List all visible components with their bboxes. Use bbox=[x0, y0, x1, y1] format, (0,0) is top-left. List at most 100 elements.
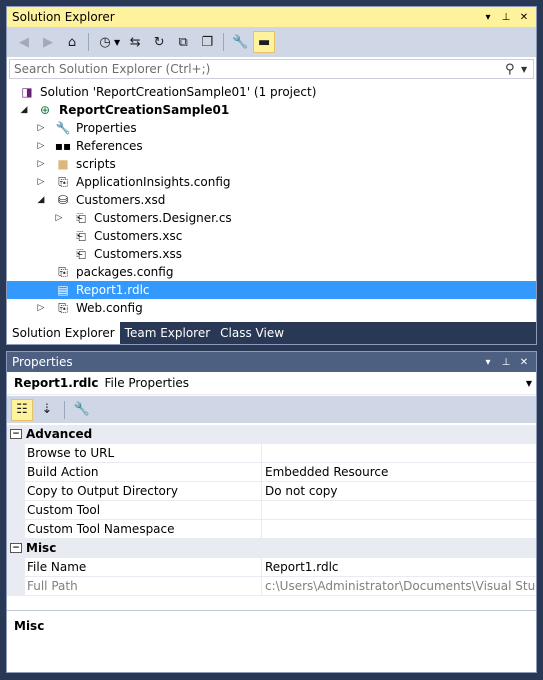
forward-icon[interactable]: ▶ bbox=[37, 31, 59, 53]
property-name: Full Path bbox=[25, 577, 262, 595]
tree-item-solution[interactable]: ◨ Solution 'ReportCreationSample01' (1 p… bbox=[7, 83, 536, 101]
property-row-copy-to-output[interactable]: Copy to Output Directory Do not copy bbox=[7, 482, 536, 501]
tool-window-tabs: Solution Explorer Team Explorer Class Vi… bbox=[7, 322, 536, 344]
home-icon[interactable]: ⌂ bbox=[61, 31, 83, 53]
row-gutter bbox=[7, 463, 25, 481]
object-name: Report1.rdlc bbox=[14, 376, 99, 390]
tree-item-customers-xss[interactable]: ⎗ Customers.xss bbox=[7, 245, 536, 263]
property-value[interactable]: Do not copy bbox=[262, 482, 536, 500]
pin-icon[interactable]: ⊥ bbox=[500, 357, 512, 368]
property-value[interactable]: Embedded Resource bbox=[262, 463, 536, 481]
folder-icon: ■ bbox=[57, 157, 69, 171]
collapse-all-icon[interactable]: ⧉ bbox=[172, 31, 194, 53]
solution-icon: ◨ bbox=[21, 85, 33, 99]
tree-item-label: scripts bbox=[76, 157, 116, 171]
toolbar-separator bbox=[223, 33, 225, 51]
expanded-arrow-icon[interactable]: ◢ bbox=[36, 195, 46, 205]
property-value[interactable] bbox=[262, 444, 536, 462]
property-pages-wrench-icon[interactable]: 🔧 bbox=[71, 399, 93, 421]
property-value[interactable] bbox=[262, 520, 536, 538]
wrench-icon: 🔧 bbox=[55, 121, 71, 135]
tree-item-scripts[interactable]: ▷ ■ scripts bbox=[7, 155, 536, 173]
property-value[interactable]: Report1.rdlc bbox=[262, 558, 536, 576]
preview-selected-items-icon[interactable]: ▬ bbox=[253, 31, 276, 53]
collapsed-arrow-icon[interactable]: ▷ bbox=[36, 303, 46, 313]
property-value[interactable]: c:\Users\Administrator\Documents\Visual … bbox=[262, 577, 536, 595]
pin-icon[interactable]: ⊥ bbox=[500, 12, 512, 23]
file-icon: ⎗ bbox=[76, 228, 86, 243]
tab-solution-explorer[interactable]: Solution Explorer bbox=[7, 322, 120, 344]
row-gutter bbox=[7, 558, 25, 576]
solution-explorer-title-bar[interactable]: Solution Explorer ▾ ⊥ ✕ bbox=[7, 7, 536, 27]
tree-item-report1-rdlc[interactable]: ▤ Report1.rdlc bbox=[7, 281, 536, 299]
pending-changes-filter-icon[interactable]: ◷ bbox=[94, 31, 116, 53]
categorized-icon[interactable]: ☷ bbox=[11, 398, 33, 421]
collapsed-arrow-icon[interactable]: ▷ bbox=[54, 213, 64, 223]
tree-item-customers-designer-cs[interactable]: ▷ ⎗ Customers.Designer.cs bbox=[7, 209, 536, 227]
tree-item-label: References bbox=[76, 139, 143, 153]
property-name: File Name bbox=[25, 558, 262, 576]
file-icon: ⎗ bbox=[76, 246, 86, 261]
chevron-down-icon[interactable]: ▼ bbox=[114, 38, 120, 47]
back-icon[interactable]: ◀ bbox=[13, 31, 35, 53]
show-all-files-icon[interactable]: ❐ bbox=[196, 31, 218, 53]
property-row-custom-tool-namespace[interactable]: Custom Tool Namespace bbox=[7, 520, 536, 539]
chevron-down-icon[interactable]: ▼ bbox=[526, 379, 532, 388]
tree-item-properties[interactable]: ▷ 🔧 Properties bbox=[7, 119, 536, 137]
tab-team-explorer[interactable]: Team Explorer bbox=[120, 322, 216, 344]
tree-item-label: Customers.xsc bbox=[94, 229, 183, 243]
property-name: Custom Tool bbox=[25, 501, 262, 519]
solution-explorer-toolbar: ◀ ▶ ⌂ ◷ ▼ ⇆ ↻ ⧉ ❐ 🔧 ▬ bbox=[7, 27, 536, 57]
references-icon: ▪▪ bbox=[54, 139, 72, 153]
refresh-icon[interactable]: ↻ bbox=[148, 31, 170, 53]
dropdown-arrow-icon[interactable]: ▾ bbox=[482, 12, 494, 23]
search-icon[interactable]: ⚲ bbox=[505, 62, 521, 77]
solution-tree: ◨ Solution 'ReportCreationSample01' (1 p… bbox=[7, 83, 536, 317]
collapsed-arrow-icon[interactable]: ▷ bbox=[36, 123, 46, 133]
property-row-full-path[interactable]: Full Path c:\Users\Administrator\Documen… bbox=[7, 577, 536, 596]
report-file-icon: ▤ bbox=[57, 283, 69, 297]
search-input[interactable] bbox=[10, 60, 505, 78]
category-advanced[interactable]: − Advanced bbox=[7, 425, 536, 444]
collapse-icon[interactable]: − bbox=[10, 543, 22, 553]
object-selector[interactable]: Report1.rdlc File Properties ▼ bbox=[7, 372, 536, 395]
collapsed-arrow-icon[interactable]: ▷ bbox=[36, 177, 46, 187]
sync-with-active-document-icon[interactable]: ⇆ bbox=[124, 31, 146, 53]
row-gutter bbox=[7, 482, 25, 500]
tree-item-customers-xsd[interactable]: ◢ ⛁ Customers.xsd bbox=[7, 191, 536, 209]
properties-title: Properties bbox=[12, 355, 73, 369]
property-row-browse-to-url[interactable]: Browse to URL bbox=[7, 444, 536, 463]
tree-item-customers-xsc[interactable]: ⎗ Customers.xsc bbox=[7, 227, 536, 245]
collapsed-arrow-icon[interactable]: ▷ bbox=[36, 159, 46, 169]
expanded-arrow-icon[interactable]: ◢ bbox=[19, 105, 29, 115]
tree-item-web-config[interactable]: ▷ ⎘ Web.config bbox=[7, 299, 536, 317]
close-icon[interactable]: ✕ bbox=[518, 357, 530, 368]
category-label: Misc bbox=[26, 541, 57, 555]
tree-item-label: Report1.rdlc bbox=[76, 283, 150, 297]
category-label: Advanced bbox=[26, 427, 93, 441]
tree-item-label: packages.config bbox=[76, 265, 174, 279]
collapsed-arrow-icon[interactable]: ▷ bbox=[36, 141, 46, 151]
collapse-icon[interactable]: − bbox=[10, 429, 22, 439]
properties-title-bar[interactable]: Properties ▾ ⊥ ✕ bbox=[7, 352, 536, 372]
property-row-custom-tool[interactable]: Custom Tool bbox=[7, 501, 536, 520]
tab-class-view[interactable]: Class View bbox=[215, 322, 289, 344]
tree-item-project[interactable]: ◢ ⊕ ReportCreationSample01 bbox=[7, 101, 536, 119]
tree-item-packages-config[interactable]: ⎘ packages.config bbox=[7, 263, 536, 281]
row-gutter bbox=[7, 577, 25, 595]
row-gutter bbox=[7, 501, 25, 519]
alphabetical-icon[interactable]: ⇣ bbox=[36, 399, 58, 421]
chevron-down-icon[interactable]: ▼ bbox=[521, 65, 533, 74]
close-icon[interactable]: ✕ bbox=[518, 12, 530, 23]
row-gutter bbox=[7, 520, 25, 538]
dropdown-arrow-icon[interactable]: ▾ bbox=[482, 357, 494, 368]
tree-item-label: ReportCreationSample01 bbox=[59, 103, 230, 117]
tree-item-references[interactable]: ▷ ▪▪ References bbox=[7, 137, 536, 155]
tree-item-applicationinsights-config[interactable]: ▷ ⎘ ApplicationInsights.config bbox=[7, 173, 536, 191]
property-row-build-action[interactable]: Build Action Embedded Resource bbox=[7, 463, 536, 482]
property-row-file-name[interactable]: File Name Report1.rdlc bbox=[7, 558, 536, 577]
properties-wrench-icon[interactable]: 🔧 bbox=[229, 31, 251, 53]
property-value[interactable] bbox=[262, 501, 536, 519]
search-box[interactable]: ⚲ ▼ bbox=[9, 59, 534, 79]
category-misc[interactable]: − Misc bbox=[7, 539, 536, 558]
